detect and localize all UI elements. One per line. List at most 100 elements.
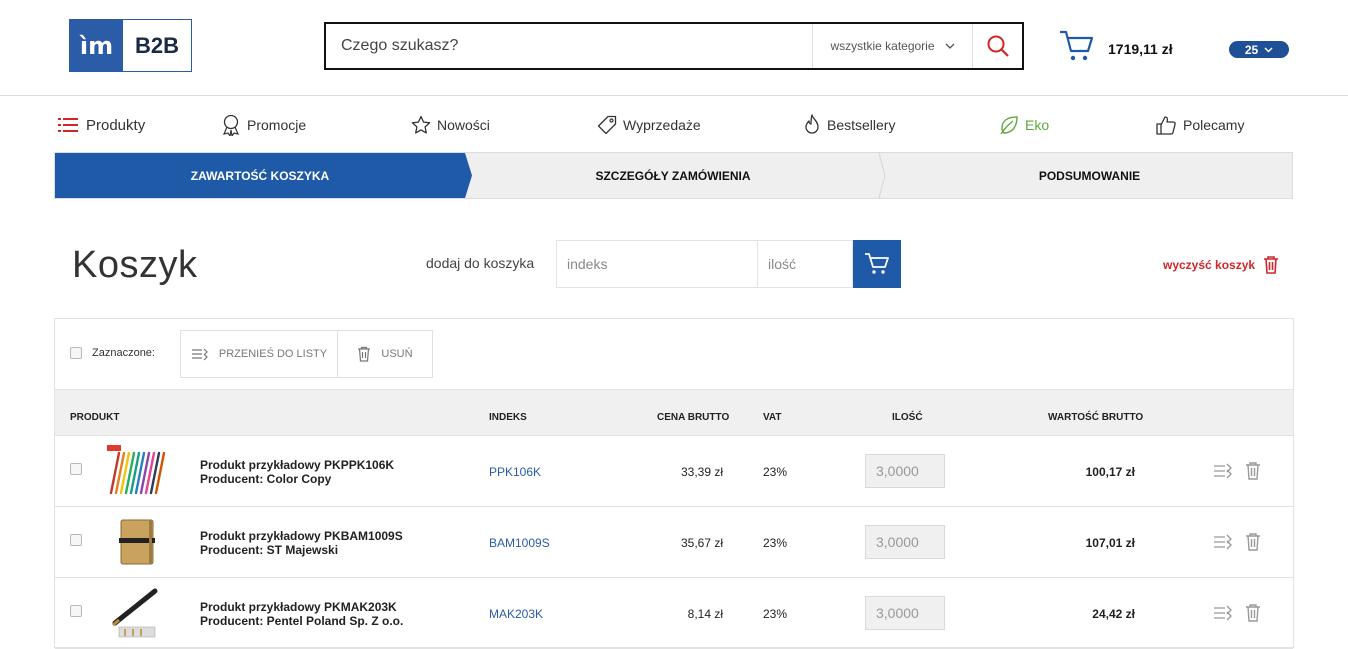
header-total: WARTOŚĆ BRUTTO xyxy=(1048,412,1144,423)
product-name[interactable]: Produkt przykładowy PKPPK106K xyxy=(200,458,394,472)
star-icon xyxy=(411,115,431,134)
cart-icon xyxy=(865,253,889,274)
product-name[interactable]: Produkt przykładowy PKBAM1009S xyxy=(200,529,403,543)
product-index-link[interactable]: BAM1009S xyxy=(489,536,550,550)
step-label: SZCZEGÓŁY ZAMÓWIENIA xyxy=(595,168,751,183)
product-total: 24,42 zł xyxy=(1092,607,1135,621)
product-thumbnail-notebook xyxy=(119,519,155,565)
flame-icon xyxy=(805,114,819,134)
nav-item-promocje[interactable]: Promocje xyxy=(221,112,306,138)
clear-cart-button[interactable]: wyczyść koszyk xyxy=(1163,255,1279,275)
step-cart-contents[interactable]: ZAWARTOŚĆ KOSZYKA xyxy=(55,153,465,198)
product-thumbnail-pens xyxy=(107,445,166,495)
product-price: 35,67 zł xyxy=(680,536,723,550)
quantity-field[interactable]: 3,0000 xyxy=(865,454,945,488)
product-total: 107,01 zł xyxy=(1085,536,1135,550)
move-to-list-icon[interactable] xyxy=(1213,533,1233,551)
trash-icon[interactable] xyxy=(1245,532,1261,552)
trash-icon[interactable] xyxy=(1245,461,1261,481)
header-index: INDEKS xyxy=(489,412,527,423)
product-name[interactable]: Produkt przykładowy PKMAK203K xyxy=(200,600,403,614)
nav-label: Wyprzedaże xyxy=(623,117,701,133)
product-vat: 23% xyxy=(763,465,788,479)
quantity-input[interactable] xyxy=(758,240,853,288)
logo[interactable]: ìm B2B xyxy=(69,19,192,72)
nav-item-bestsellery[interactable]: Bestsellery xyxy=(803,112,895,138)
product-thumbnail-fountain-pen xyxy=(112,588,158,638)
row-checkbox[interactable] xyxy=(70,463,82,475)
quantity-field[interactable]: 3,0000 xyxy=(865,525,945,559)
leaf-icon xyxy=(1000,116,1018,135)
table-row: Produkt przykładowy PKBAM1009S Producent… xyxy=(55,507,1293,578)
nav-item-polecamy[interactable]: Polecamy xyxy=(1155,112,1244,138)
quantity-value: 3,0000 xyxy=(876,463,919,479)
product-index-link[interactable]: PPK106K xyxy=(489,465,541,479)
move-to-list-button[interactable]: PRZENIEŚ DO LISTY xyxy=(180,330,338,378)
nav-label: Promocje xyxy=(247,117,307,133)
step-label: ZAWARTOŚĆ KOSZYKA xyxy=(190,168,330,183)
tag-icon xyxy=(597,115,617,135)
product-vat: 23% xyxy=(763,536,788,550)
table-header: PRODUKT INDEKS CENA BRUTTO VAT ILOŚĆ WAR… xyxy=(55,390,1293,436)
index-input[interactable] xyxy=(556,240,758,288)
trash-icon xyxy=(1264,256,1279,274)
nav-item-produkty[interactable]: Produkty xyxy=(58,112,145,138)
product-vat: 23% xyxy=(763,607,788,621)
header-cart-button[interactable] xyxy=(1058,27,1094,63)
nav-label: Produkty xyxy=(86,116,146,134)
nav-label: Bestsellery xyxy=(827,117,896,133)
chevron-down-icon xyxy=(945,43,954,49)
search-bar: wszystkie kategorie xyxy=(324,22,1024,70)
product-info[interactable]: Produkt przykładowy PKPPK106K Producent:… xyxy=(200,458,394,486)
nav-item-eko[interactable]: Eko xyxy=(999,112,1049,138)
header-vat: VAT xyxy=(763,412,782,423)
nav-item-nowosci[interactable]: Nowości xyxy=(411,112,490,138)
table-row: Produkt przykładowy PKMAK203K Producent:… xyxy=(55,578,1293,649)
product-producer: Producent: Color Copy xyxy=(200,472,332,486)
category-label: wszystkie kategorie xyxy=(830,39,935,53)
product-index-link[interactable]: MAK203K xyxy=(489,607,543,621)
search-input[interactable] xyxy=(326,24,812,68)
row-checkbox[interactable] xyxy=(70,605,82,617)
nav-label: Polecamy xyxy=(1183,117,1245,133)
cart-icon xyxy=(1060,30,1094,61)
logo-mark: ìm xyxy=(70,20,123,71)
step-arrow-active xyxy=(465,153,472,198)
logo-text: B2B xyxy=(134,32,179,58)
header-product: PRODUKT xyxy=(70,412,120,423)
list-icon xyxy=(58,118,78,132)
header: ìm B2B wszystkie kategorie 1719,11 zł 25 xyxy=(0,0,1348,96)
add-to-cart-button[interactable] xyxy=(853,240,901,288)
checkout-steps: ZAWARTOŚĆ KOSZYKA SZCZEGÓŁY ZAMÓWIENIA P… xyxy=(54,152,1293,199)
add-to-cart-label: dodaj do koszyka xyxy=(426,255,535,271)
main-nav: Produkty Promocje Nowości Wyprzedaże Bes… xyxy=(0,112,1348,138)
step-order-details[interactable]: SZCZEGÓŁY ZAMÓWIENIA xyxy=(473,153,873,198)
badge-count: 25 xyxy=(1244,42,1259,57)
category-select[interactable]: wszystkie kategorie xyxy=(812,24,972,68)
move-to-list-icon[interactable] xyxy=(1213,462,1233,480)
nav-item-wyprzedaze[interactable]: Wyprzedaże xyxy=(597,112,701,138)
search-icon xyxy=(987,35,1009,57)
quantity-field[interactable]: 3,0000 xyxy=(865,596,945,630)
chevron-down-icon xyxy=(1264,46,1273,53)
step-label: PODSUMOWANIE xyxy=(1038,168,1141,183)
search-button[interactable] xyxy=(972,24,1022,68)
select-all[interactable]: Zaznaczone: xyxy=(70,347,155,359)
row-checkbox[interactable] xyxy=(70,534,82,546)
step-summary[interactable]: PODSUMOWANIE xyxy=(887,153,1292,198)
selected-label: Zaznaczone: xyxy=(92,347,155,359)
delete-selected-button[interactable]: USUŃ xyxy=(337,330,433,378)
account-badge[interactable]: 25 xyxy=(1229,41,1289,58)
thumbs-up-icon xyxy=(1156,116,1176,135)
product-producer: Producent: Pentel Poland Sp. Z o.o. xyxy=(200,614,404,628)
product-producer: Producent: ST Majewski xyxy=(200,543,339,557)
clear-cart-label: wyczyść koszyk xyxy=(1163,258,1256,272)
select-all-checkbox[interactable] xyxy=(70,347,82,359)
product-info[interactable]: Produkt przykładowy PKBAM1009S Producent… xyxy=(200,529,403,557)
header-price: CENA BRUTTO xyxy=(657,412,730,423)
page-title: Koszyk xyxy=(72,244,198,286)
product-info[interactable]: Produkt przykładowy PKMAK203K Producent:… xyxy=(200,600,403,628)
trash-icon[interactable] xyxy=(1245,603,1261,623)
move-to-list-icon[interactable] xyxy=(1213,604,1233,622)
move-to-list-icon xyxy=(191,348,208,361)
